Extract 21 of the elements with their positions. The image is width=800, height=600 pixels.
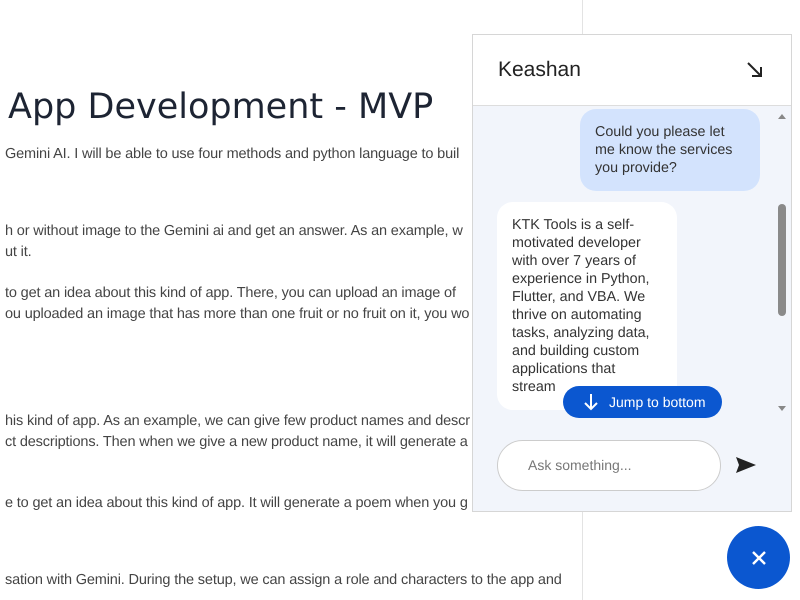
paragraph-text: ut it.: [5, 243, 32, 262]
chat-title: Keashan: [498, 58, 581, 82]
jump-to-bottom-button[interactable]: Jump to bottom: [563, 386, 722, 418]
scroll-up-icon[interactable]: [777, 112, 787, 120]
paragraph-text: ct descriptions. Then when we give a new product name, it will generate a: [5, 433, 468, 452]
arrow-icon[interactable]: [746, 61, 764, 79]
message-input[interactable]: Ask something...: [497, 440, 721, 490]
arrow-down-icon: [583, 393, 599, 411]
paragraph-text: ou uploaded an image that has more than one fruit or no fruit on it, you wo: [5, 305, 470, 324]
page-title: App Development - MVP: [8, 86, 434, 129]
paragraph-text: to get an idea about this kind of app. There, you can upload an image of: [5, 284, 456, 303]
user-message: Could you please let me know the services you provide?: [580, 109, 760, 191]
paragraph-text: e to get an idea about this kind of app. It will generate a poem when you g: [5, 494, 468, 513]
paragraph-text: Gemini AI. I will be able to use four methods and python language to buil: [5, 145, 460, 164]
close-icon: [750, 548, 768, 566]
paragraph-text: his kind of app. As an example, we can give few product names and descr: [5, 412, 470, 431]
scroll-down-icon[interactable]: [777, 405, 787, 413]
paragraph-text: h or without image to the Gemini ai and get an answer. As an example, w: [5, 222, 463, 241]
send-icon[interactable]: [735, 456, 757, 474]
paragraph-text: sation with Gemini. During the setup, we can assign a role and characters to the app and: [5, 571, 562, 590]
scrollbar-thumb[interactable]: [778, 204, 786, 316]
